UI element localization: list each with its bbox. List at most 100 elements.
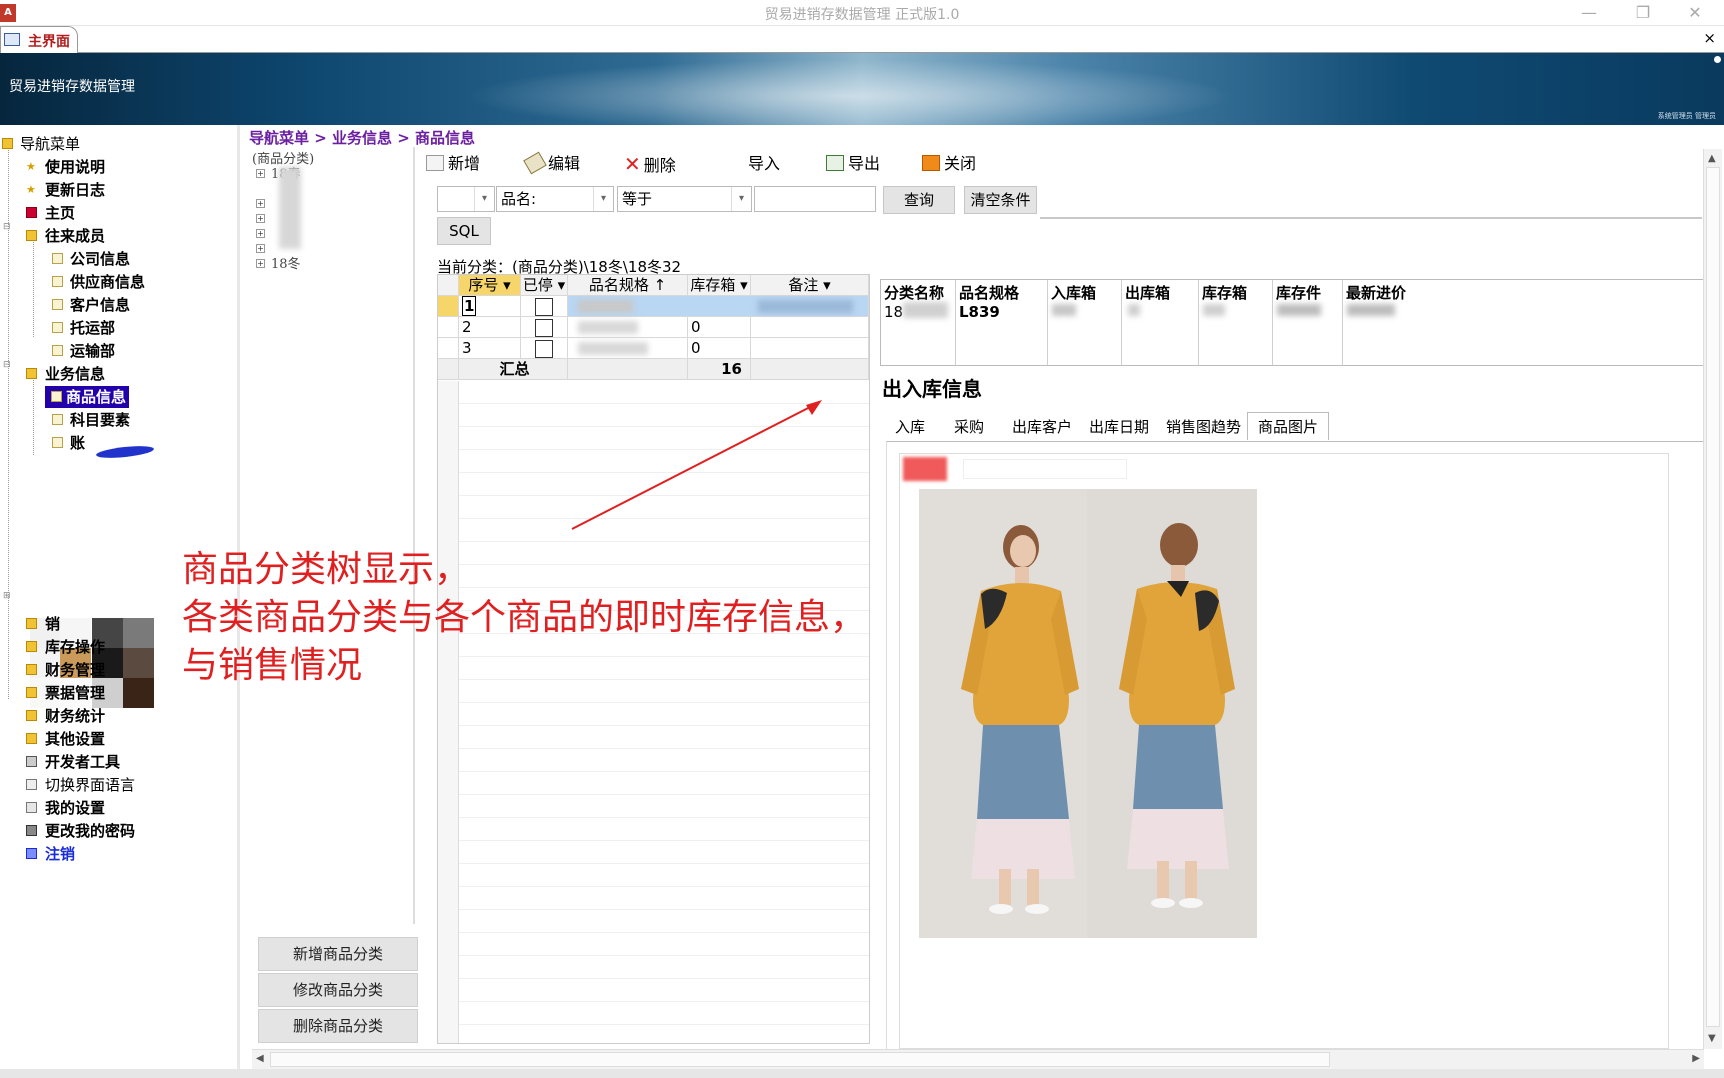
column-header-stock[interactable]: 库存箱 ▾ [688,275,751,296]
detail-column: 入库箱 [1048,280,1122,365]
cell-stopped[interactable] [521,338,568,359]
expand-icon[interactable]: + [256,214,265,223]
image-path-field[interactable] [963,459,1127,479]
close-tab-button[interactable]: × [1703,29,1716,47]
nav-item-company[interactable]: 公司信息 [52,248,130,270]
column-header-no[interactable]: 序号 ▾ [459,275,521,296]
export-button[interactable]: 导出 [826,153,880,175]
operator-select[interactable]: 等于 ▾ [617,186,752,212]
nav-item-sales[interactable]: 销 [26,613,60,635]
nav-item-inventory[interactable]: 库存操作 [26,636,105,658]
tab-main[interactable]: 主界面 [0,26,78,53]
minimize-button[interactable]: — [1566,2,1612,24]
info-icon[interactable] [1714,56,1721,63]
new-button[interactable]: 新增 [426,153,480,175]
tab-sales-trend[interactable]: 销售图趋势 [1156,413,1251,441]
category-node[interactable]: 18冬 [271,253,301,272]
add-category-button[interactable]: 新增商品分类 [258,937,418,971]
nav-item-customers[interactable]: 客户信息 [52,294,130,316]
expand-icon[interactable]: ⊞ [3,591,11,601]
vertical-scrollbar[interactable]: ▲ ▼ [1703,149,1722,1049]
column-header-label: 序号 [468,276,499,294]
close-window-button[interactable]: ✕ [1672,2,1718,24]
nav-item-other-settings[interactable]: 其他设置 [26,728,105,750]
cell-remark[interactable] [751,338,869,359]
cell-no[interactable]: 3 [459,338,521,359]
query-button[interactable]: 查询 [883,186,955,214]
filter-value-input[interactable] [754,186,876,212]
nav-item-dev-tools[interactable]: 开发者工具 [26,751,120,773]
expand-icon[interactable]: + [256,199,265,208]
cell-no[interactable]: 2 [459,317,521,338]
nav-root[interactable]: 导航菜单 [2,133,80,155]
clear-conditions-button[interactable]: 清空条件 [964,186,1037,214]
import-button[interactable]: 导入 [748,153,780,175]
export-label: 导出 [848,154,881,173]
cell-stock[interactable]: 0 [688,317,751,338]
nav-item-suppliers[interactable]: 供应商信息 [52,271,145,293]
nav-item-my-settings[interactable]: 我的设置 [26,797,105,819]
nav-item-consignment[interactable]: 托运部 [52,317,115,339]
field-select[interactable]: 品名: ▾ [496,186,614,212]
nav-item-invoices[interactable]: 票据管理 [26,682,105,704]
row-selector[interactable] [438,317,459,338]
row-selector[interactable] [438,338,459,359]
column-header-stopped[interactable]: 已停 ▾ [521,275,568,296]
checkbox[interactable] [535,319,553,337]
nav-item-changelog[interactable]: ★ 更新日志 [26,179,105,201]
nav-item-finance-stats[interactable]: 财务统计 [26,705,105,727]
nav-item-language[interactable]: 切换界面语言 [26,774,135,796]
cell-stock[interactable]: 0 [688,338,751,359]
tab-outbound-date[interactable]: 出库日期 [1079,413,1159,441]
column-header-remark[interactable]: 备注 ▾ [751,275,869,296]
nav-item-accounts[interactable]: 账 [52,432,85,454]
scroll-right-icon[interactable]: ▶ [1692,1053,1700,1064]
scroll-up-icon[interactable]: ▲ [1708,153,1716,164]
scrollbar-thumb[interactable] [270,1052,1330,1067]
image-tool-button[interactable] [903,457,947,481]
detail-value[interactable]: 18 [884,303,903,321]
scroll-left-icon[interactable]: ◀ [256,1053,264,1064]
tab-purchase[interactable]: 采购 [944,413,994,441]
column-header-name[interactable]: 品名规格 ↑ [568,275,688,296]
expand-icon[interactable]: + [256,259,265,268]
expand-icon[interactable]: + [256,169,265,178]
nav-item-transport[interactable]: 运输部 [52,340,115,362]
expand-icon[interactable]: + [256,229,265,238]
expand-icon[interactable]: + [256,244,265,253]
checkbox[interactable] [535,298,553,316]
sql-button[interactable]: SQL [437,217,491,245]
logic-select[interactable]: ▾ [437,186,495,212]
collapse-icon[interactable]: ⊟ [3,360,11,370]
cell-no[interactable]: 1 [459,296,521,317]
checkbox[interactable] [535,340,553,358]
folder-icon [26,618,37,629]
nav-item-finance[interactable]: 财务管理 [26,659,105,681]
nav-item-change-password[interactable]: 更改我的密码 [26,820,135,842]
tab-outbound-customer[interactable]: 出库客户 [1002,413,1082,441]
restore-button[interactable]: ❐ [1620,2,1666,24]
nav-item-product-info[interactable]: 商品信息 [45,386,130,408]
tab-product-image[interactable]: 商品图片 [1247,412,1330,440]
detail-value[interactable]: L839 [959,303,1000,321]
scroll-down-icon[interactable]: ▼ [1708,1033,1716,1044]
nav-item-partners[interactable]: 往来成员 [26,225,105,247]
row-selector[interactable] [438,296,459,317]
cell-remark[interactable] [751,317,869,338]
cell-stopped[interactable] [521,296,568,317]
nav-item-business[interactable]: 业务信息 [26,363,105,385]
nav-item-manual[interactable]: ★ 使用说明 [26,156,105,178]
cell-stopped[interactable] [521,317,568,338]
collapse-icon[interactable]: ⊟ [3,222,11,232]
horizontal-scrollbar[interactable]: ◀ ▶ [252,1049,1704,1069]
delete-button[interactable]: ✕ 删除 [624,153,676,175]
delete-category-button[interactable]: 删除商品分类 [258,1009,418,1043]
nav-item-subjects[interactable]: 科目要素 [52,409,130,431]
edit-category-button[interactable]: 修改商品分类 [258,973,418,1007]
nav-item-home[interactable]: 主页 [26,202,75,224]
edit-button[interactable]: 编辑 [523,151,580,175]
scrollbar-thumb[interactable] [1706,167,1720,1027]
close-form-button[interactable]: 关闭 [922,153,976,175]
tab-inbound[interactable]: 入库 [885,413,935,441]
nav-item-logout[interactable]: 注销 [26,843,75,865]
